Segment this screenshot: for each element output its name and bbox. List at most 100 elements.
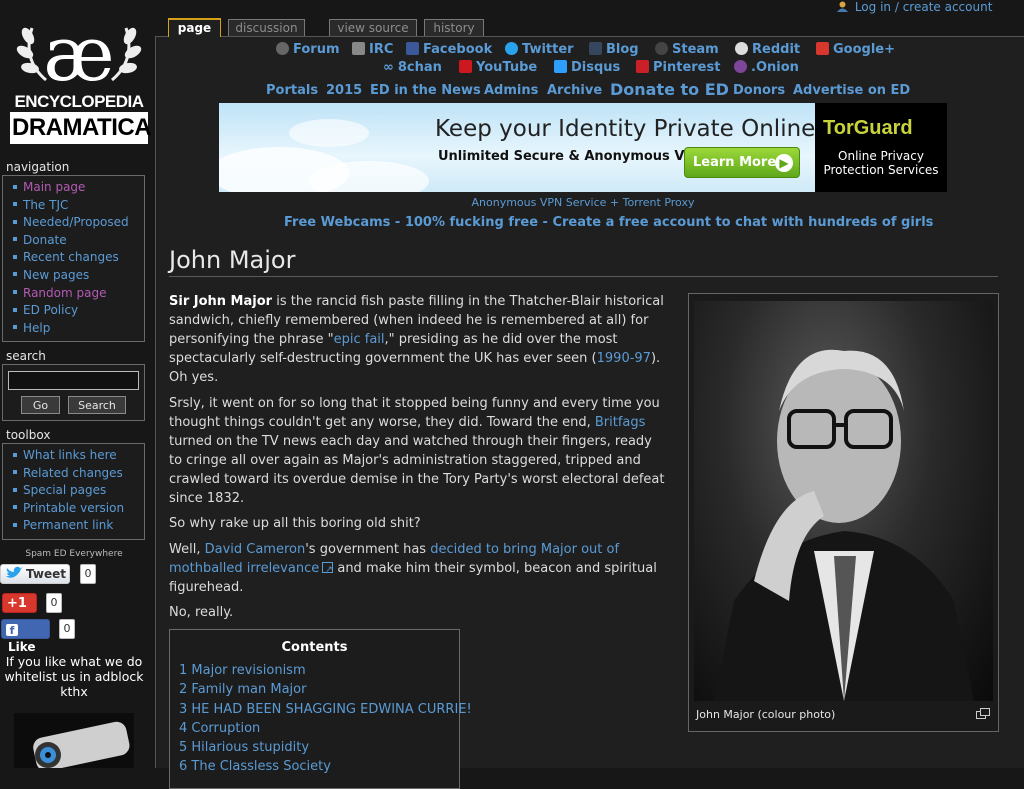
youtube-icon — [459, 60, 472, 73]
toolbox-item-special-pages[interactable]: Special pages — [3, 482, 144, 500]
link-youtube[interactable]: YouTube — [459, 60, 537, 75]
login-link[interactable]: Log in / create account — [855, 0, 993, 14]
toolbox-item-what-links-here[interactable]: What links here — [3, 447, 144, 465]
link-portals[interactable]: Portals — [266, 83, 318, 98]
nav-item-new-pages[interactable]: New pages — [3, 267, 144, 285]
link-admins[interactable]: Admins — [484, 83, 538, 98]
gplus-count: 0 — [46, 593, 62, 613]
facebook-like-button[interactable]: f Like — [1, 619, 50, 654]
ad-headline: Keep your Identity Private Online — [435, 116, 816, 142]
link-david-cameron[interactable]: David Cameron — [205, 542, 306, 557]
link-forum[interactable]: Forum — [276, 42, 340, 57]
article-paragraph-1: Sir John Major is the rancid fish paste … — [169, 294, 664, 385]
link-donate-to-ed[interactable]: Donate to ED — [610, 80, 729, 99]
link-reddit[interactable]: Reddit — [735, 42, 800, 57]
tab-page[interactable]: page — [168, 18, 221, 37]
toolbox-item-related-changes[interactable]: Related changes — [3, 465, 144, 483]
nav-item-ed-policy[interactable]: ED Policy — [3, 302, 144, 320]
forum-icon — [276, 42, 289, 55]
link-steam[interactable]: Steam — [655, 42, 719, 57]
link-pinterest[interactable]: Pinterest — [636, 60, 720, 75]
toc-item[interactable]: 6 The Classless Society — [179, 757, 459, 776]
google-plus-icon — [816, 42, 829, 55]
gplus-button[interactable]: +1 — [2, 593, 37, 613]
link-twitter[interactable]: Twitter — [505, 42, 574, 57]
link-irc[interactable]: IRC — [352, 42, 393, 57]
link-2015[interactable]: 2015 — [326, 83, 362, 98]
nav-item-main-page[interactable]: Main page — [3, 179, 144, 197]
adblock-note: If you like what we do whitelist us in a… — [4, 654, 144, 699]
link-archive[interactable]: Archive — [547, 83, 602, 98]
facebook-icon: f — [6, 624, 18, 637]
toc-item[interactable]: 2 Family man Major — [179, 680, 459, 699]
nav-item-needed[interactable]: Needed/Proposed — [3, 214, 144, 232]
google-plus-icon: +1 — [7, 596, 27, 611]
site-logo[interactable]: æ ENCYCLOPEDIA DRAMATICA — [8, 9, 152, 145]
external-link-icon: ↗ — [322, 562, 334, 575]
reddit-icon — [735, 42, 748, 55]
link-onion[interactable]: .Onion — [734, 60, 799, 75]
go-button[interactable]: Go — [21, 396, 60, 414]
toolbox-item-printable-version[interactable]: Printable version — [3, 500, 144, 518]
bullet-icon — [13, 325, 17, 330]
tab-discussion[interactable]: discussion — [228, 19, 305, 36]
toc-item[interactable]: 5 Hilarious stupidity — [179, 738, 459, 757]
disqus-icon — [554, 60, 567, 73]
nav-item-help[interactable]: Help — [3, 320, 144, 338]
ad-learn-more-button[interactable]: Learn More ▶ — [684, 147, 800, 178]
link-epic-fail[interactable]: epic fail — [334, 332, 385, 347]
logo-text-encyclopedia: ENCYCLOPEDIA — [14, 92, 144, 111]
john-major-photo[interactable] — [694, 301, 993, 701]
enlarge-icon[interactable] — [976, 708, 990, 719]
tweet-button[interactable]: Tweet — [0, 564, 70, 584]
webcams-link[interactable]: Free Webcams - 100% fucking free - Creat… — [284, 215, 933, 230]
tab-view-source[interactable]: view source — [329, 19, 417, 36]
toc-item[interactable]: 3 HE HAD BEEN SHAGGING EDWINA CURRIE! — [179, 700, 472, 719]
link-ed-in-the-news[interactable]: ED in the News — [370, 83, 481, 98]
twitter-icon — [505, 42, 518, 55]
pinterest-icon — [636, 60, 649, 73]
toc-title: Contents — [281, 640, 348, 655]
table-of-contents: Contents 1 Major revisionism 2 Family ma… — [169, 629, 472, 789]
link-facebook[interactable]: Facebook — [406, 42, 492, 57]
security-camera-icon — [33, 721, 130, 768]
steam-icon — [655, 42, 668, 55]
tweet-count: 0 — [80, 564, 96, 584]
link-donors[interactable]: Donors — [733, 83, 785, 98]
toolbox-heading: toolbox — [6, 428, 51, 442]
link-8chan[interactable]: ∞ 8chan — [383, 60, 442, 75]
bullet-icon — [13, 307, 17, 312]
link-google-plus[interactable]: Google+ — [816, 42, 895, 57]
link-blog[interactable]: Blog — [589, 42, 639, 57]
user-links: Log in / create account — [837, 0, 992, 14]
vpn-ad-banner[interactable]: Keep your Identity Private Online Unlimi… — [219, 103, 947, 192]
tab-history[interactable]: history — [424, 19, 484, 36]
ad-caption[interactable]: Anonymous VPN Service + Torrent Proxy — [0, 196, 1024, 209]
like-count: 0 — [59, 619, 75, 639]
link-disqus[interactable]: Disqus — [554, 60, 620, 75]
toc-item[interactable]: 1 Major revisionism — [179, 661, 459, 680]
article-paragraph-4: Well, David Cameron's government has dec… — [169, 542, 657, 595]
link-advertise[interactable]: Advertise on ED — [793, 83, 910, 98]
search-portlet: Go Search — [2, 364, 145, 421]
infinity-icon: ∞ — [383, 60, 394, 75]
toc-item[interactable]: 4 Corruption — [179, 719, 459, 738]
nav-item-donate[interactable]: Donate — [3, 232, 144, 250]
link-no-really[interactable]: No, really. — [169, 603, 665, 622]
toolbox-portlet: What links here Related changes Special … — [2, 443, 145, 540]
ad-brand-panel: TorGuard Online Privacy Protection Servi… — [815, 103, 947, 192]
bullet-icon — [13, 272, 17, 277]
nav-item-recent-changes[interactable]: Recent changes — [3, 249, 144, 267]
bullet-icon — [13, 184, 17, 189]
tumblr-icon — [589, 42, 602, 55]
bullet-icon — [13, 452, 17, 457]
link-britfags[interactable]: Britfags — [595, 415, 646, 430]
search-button[interactable]: Search — [68, 396, 126, 414]
nav-item-random-page[interactable]: Random page — [3, 285, 144, 303]
sidebar-ad-image[interactable] — [14, 713, 134, 768]
link-1990-97[interactable]: 1990-97 — [597, 351, 651, 366]
image-caption: John Major (colour photo) — [696, 708, 836, 721]
search-input[interactable] — [8, 371, 139, 390]
toolbox-item-permanent-link[interactable]: Permanent link — [3, 517, 144, 535]
portrait-graphic — [714, 349, 974, 701]
